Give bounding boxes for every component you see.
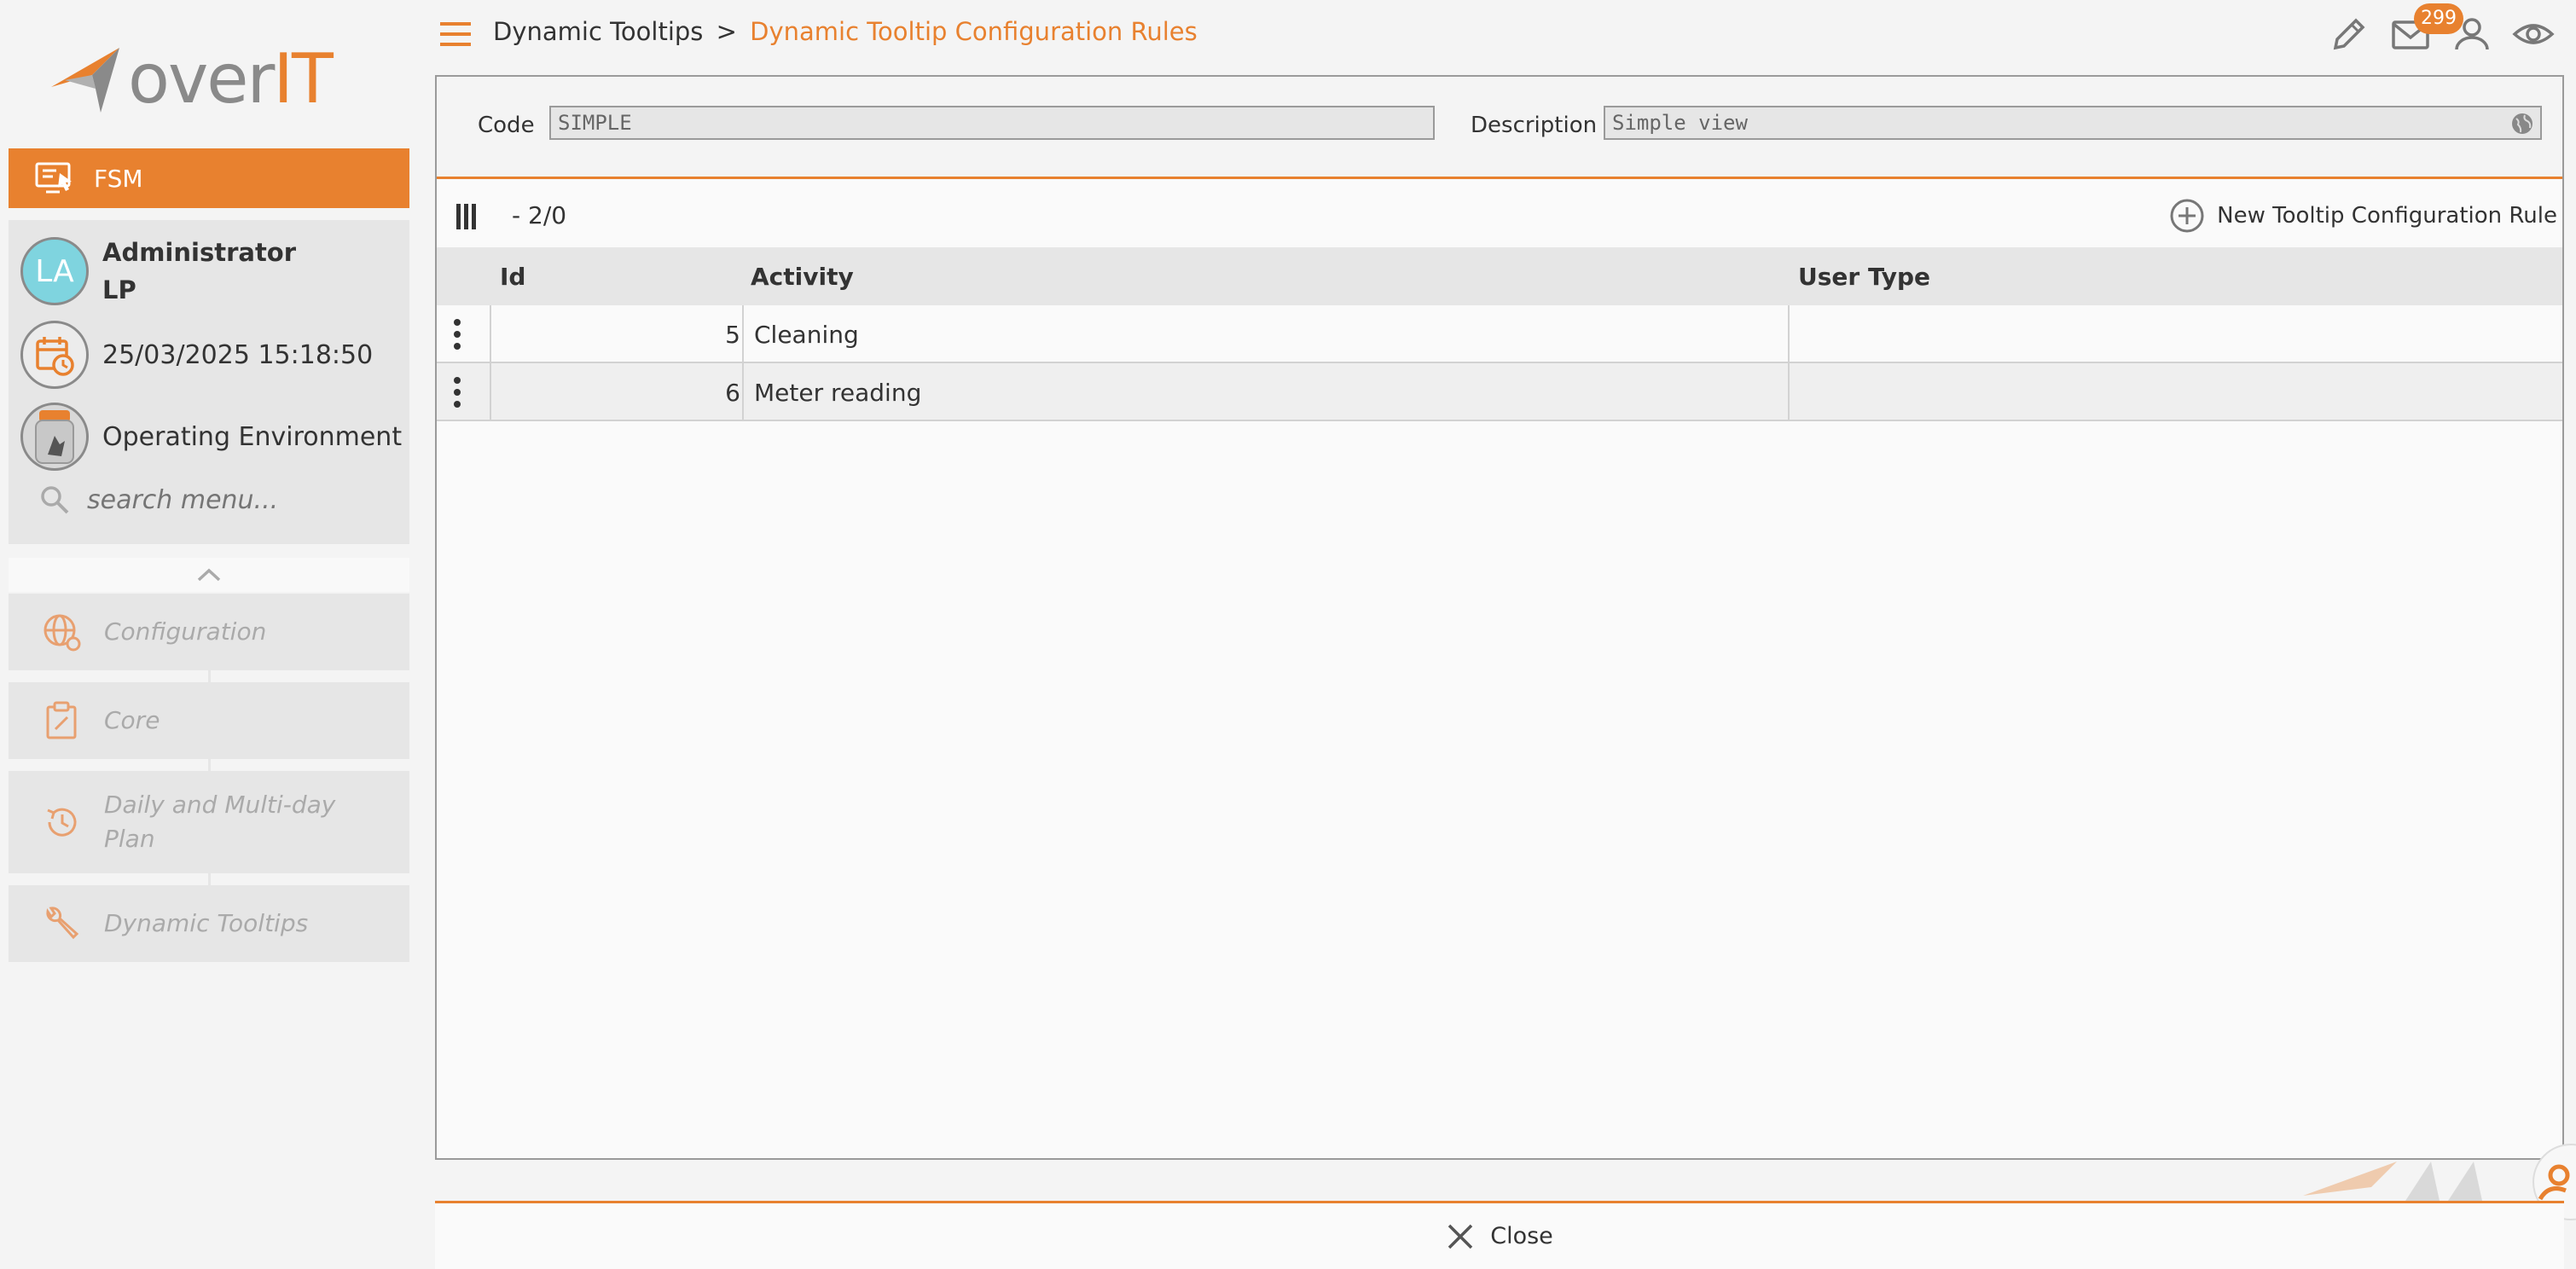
menu-search bbox=[39, 484, 394, 515]
column-header-activity[interactable]: Activity bbox=[751, 263, 854, 291]
code-field[interactable]: SIMPLE bbox=[549, 106, 1435, 140]
user-surname: LP bbox=[102, 275, 136, 304]
hamburger-menu-icon[interactable] bbox=[438, 19, 473, 49]
new-button-label: New Tooltip Configuration Rule bbox=[2217, 203, 2557, 229]
row-actions-kebab-icon[interactable] bbox=[452, 317, 462, 351]
footer-bar: Close bbox=[435, 1201, 2564, 1269]
module-fsm-bar[interactable]: FSM bbox=[9, 148, 409, 208]
clipboard-edit-icon bbox=[46, 701, 77, 739]
chevron-up-icon bbox=[197, 568, 221, 582]
sidebar-item-daily-multiday-plan[interactable]: Daily and Multi-day Plan bbox=[9, 771, 409, 873]
search-menu-input[interactable] bbox=[87, 484, 394, 515]
user-name: Administrator bbox=[102, 238, 297, 267]
record-counter: - 2/0 bbox=[512, 201, 567, 229]
user-icon[interactable] bbox=[2450, 12, 2494, 56]
breadcrumb-current: Dynamic Tooltip Configuration Rules bbox=[750, 17, 1198, 46]
close-icon bbox=[1448, 1224, 1473, 1249]
environment-jar-icon bbox=[20, 403, 89, 471]
rules-table: Id Activity User Type 5 Cleaning 6 Meter… bbox=[437, 247, 2562, 421]
search-icon bbox=[41, 486, 69, 514]
header-form: Code SIMPLE Description Simple view bbox=[437, 77, 2562, 179]
environment-row[interactable]: Operating Environment bbox=[20, 403, 402, 471]
sidebar-item-label: Configuration bbox=[104, 617, 267, 646]
new-tooltip-rule-button[interactable]: New Tooltip Configuration Rule bbox=[2169, 198, 2557, 234]
sidebar-item-core[interactable]: Core bbox=[9, 682, 409, 759]
sidebar-item-dynamic-tooltips[interactable]: Dynamic Tooltips bbox=[9, 885, 409, 962]
columns-icon[interactable] bbox=[455, 203, 478, 230]
logo-text-over: over bbox=[128, 39, 275, 119]
description-field[interactable]: Simple view bbox=[1604, 106, 2542, 140]
sidebar-item-label: Daily and Multi-day Plan bbox=[104, 791, 336, 853]
column-header-user-type[interactable]: User Type bbox=[1798, 263, 1930, 291]
sidebar-item-label: Dynamic Tooltips bbox=[104, 909, 309, 937]
row-actions-kebab-icon[interactable] bbox=[452, 375, 462, 409]
overit-logo[interactable]: overIT bbox=[48, 41, 372, 118]
code-label: Code bbox=[478, 113, 535, 138]
top-header: Dynamic Tooltips > Dynamic Tooltip Confi… bbox=[423, 0, 2576, 68]
description-label: Description bbox=[1471, 113, 1598, 138]
plus-circle-icon bbox=[2170, 199, 2204, 233]
environment-text: Operating Environment bbox=[102, 421, 403, 452]
breadcrumb: Dynamic Tooltips > Dynamic Tooltip Confi… bbox=[493, 17, 1198, 46]
globe-icon[interactable] bbox=[2509, 111, 2535, 136]
overit-logo-mark-icon bbox=[51, 48, 119, 113]
table-row[interactable]: 6 Meter reading bbox=[437, 363, 2562, 421]
pencil-icon[interactable] bbox=[2327, 12, 2371, 56]
datetime-text: 25/03/2025 15:18:50 bbox=[102, 339, 374, 370]
description-value: Simple view bbox=[1612, 111, 1748, 135]
history-icon bbox=[47, 808, 77, 837]
breadcrumb-separator: > bbox=[716, 17, 737, 46]
sidebar-item-label: Core bbox=[104, 706, 160, 734]
datetime-row[interactable]: 25/03/2025 15:18:50 bbox=[20, 321, 373, 389]
watermark-logo-icon bbox=[2303, 1162, 2482, 1201]
main-panel: Code SIMPLE Description Simple view - 2/… bbox=[435, 75, 2564, 1160]
close-label: Close bbox=[1490, 1223, 1553, 1249]
table-row[interactable]: 5 Cleaning bbox=[437, 305, 2562, 363]
collapse-menu-button[interactable] bbox=[9, 558, 409, 592]
calendar-clock-icon bbox=[20, 321, 89, 389]
avatar: LA bbox=[20, 237, 89, 305]
user-panel: LA Administrator LP 25/03/2025 15:18:50 bbox=[9, 220, 409, 544]
eye-icon[interactable] bbox=[2511, 12, 2556, 56]
cell-activity: Cleaning bbox=[754, 321, 859, 349]
monitor-cursor-icon bbox=[35, 162, 72, 194]
cell-activity: Meter reading bbox=[754, 379, 922, 407]
breadcrumb-parent[interactable]: Dynamic Tooltips bbox=[493, 17, 703, 46]
cell-id: 5 bbox=[725, 321, 740, 349]
user-row[interactable]: LA Administrator LP bbox=[20, 234, 296, 309]
column-header-id[interactable]: Id bbox=[500, 263, 525, 291]
close-button[interactable]: Close bbox=[1446, 1222, 1553, 1251]
grid-toolbar: - 2/0 New Tooltip Configuration Rule bbox=[437, 183, 2562, 247]
logo-text-it: IT bbox=[273, 39, 333, 119]
sidebar-item-configuration[interactable]: Configuration bbox=[9, 594, 409, 670]
globe-gear-icon bbox=[44, 614, 81, 652]
cell-id: 6 bbox=[725, 379, 740, 407]
sidebar: overIT FSM LA Administrator LP 25/03/202… bbox=[0, 0, 423, 1269]
table-header: Id Activity User Type bbox=[437, 247, 2562, 305]
wrench-icon bbox=[46, 907, 79, 940]
module-label: FSM bbox=[94, 164, 143, 193]
